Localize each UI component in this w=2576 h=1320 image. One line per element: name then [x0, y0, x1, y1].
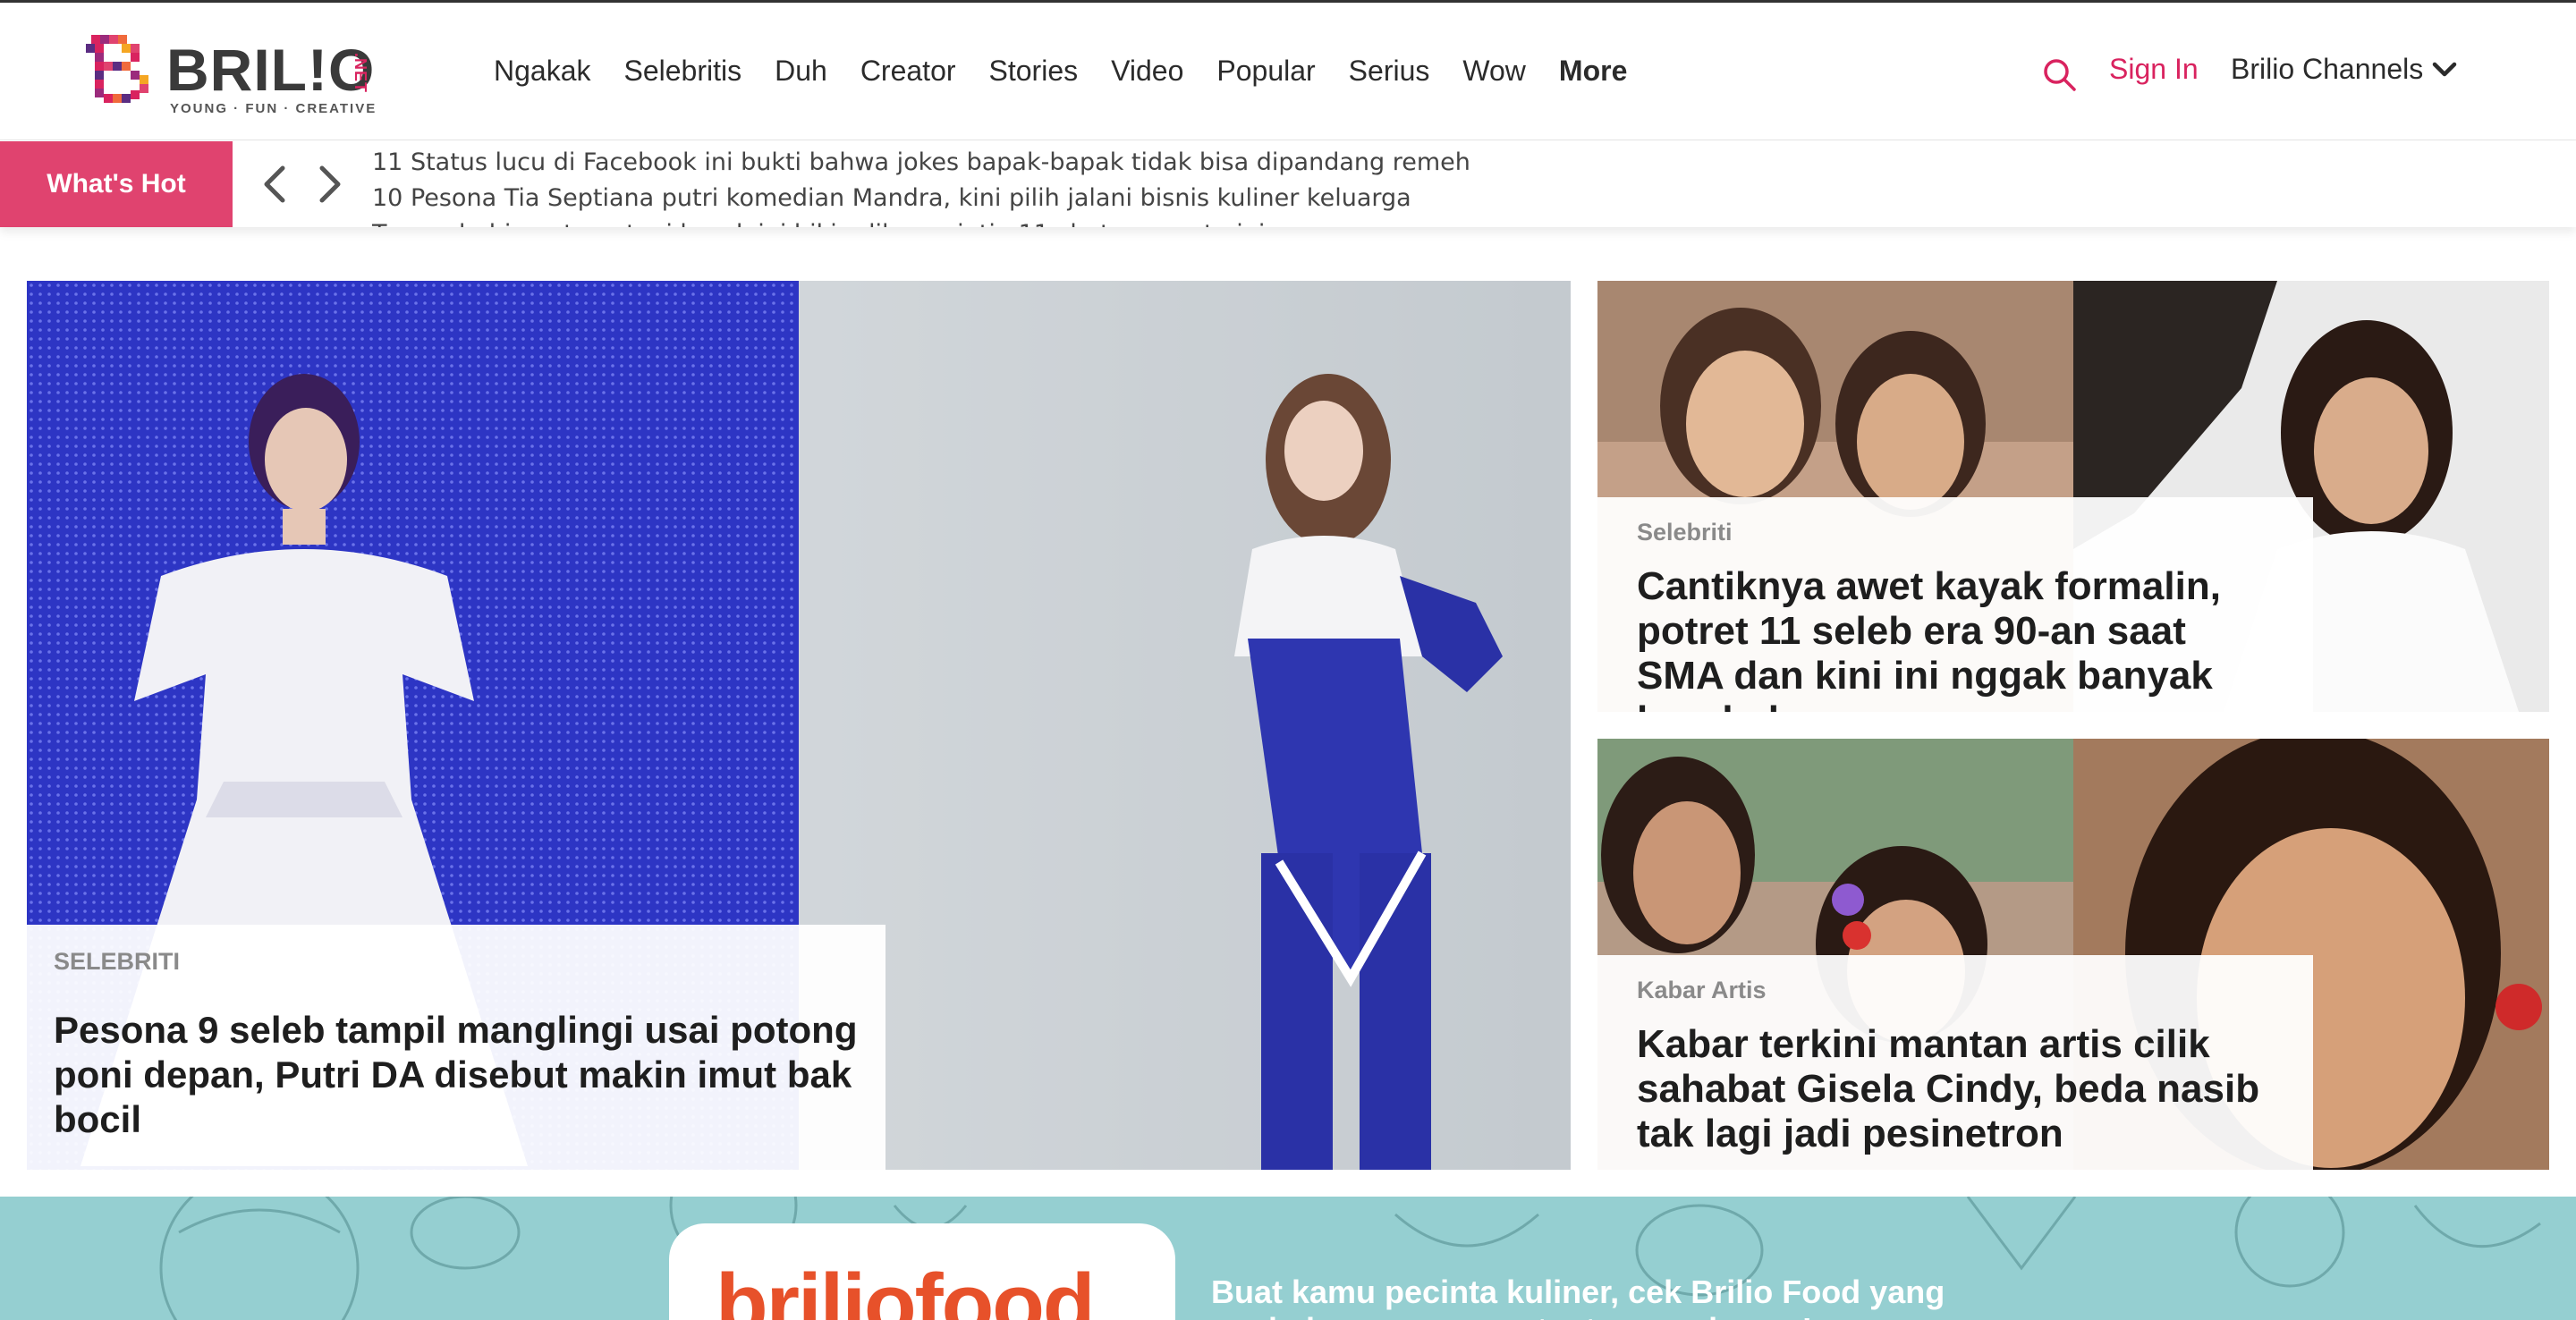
brilio-channels-dropdown[interactable]: Brilio Channels: [2231, 53, 2457, 86]
nav-item-wow[interactable]: Wow: [1462, 55, 1526, 88]
brilio-food-banner-text: Buat kamu pecinta kuliner, cek Brilio Fo…: [1211, 1273, 1945, 1320]
whats-hot-item[interactable]: 11 Status lucu di Facebook ini bukti bah…: [372, 145, 1535, 181]
nav-item-selebritis[interactable]: Selebritis: [624, 55, 742, 88]
logo-tagline: YOUNG · FUN · CREATIVE: [170, 101, 377, 116]
featured-article-right-top[interactable]: Selebriti Cantiknya awet kayak formalin,…: [1597, 281, 2549, 712]
featured-article-right-top-caption: Selebriti Cantiknya awet kayak formalin,…: [1597, 497, 2313, 712]
featured-article-main[interactable]: SELEBRITI Pesona 9 seleb tampil mangling…: [27, 281, 1571, 1170]
nav-item-duh[interactable]: Duh: [775, 55, 827, 88]
brilio-channels-label: Brilio Channels: [2231, 53, 2424, 85]
article-category[interactable]: SELEBRITI: [54, 948, 859, 976]
whats-hot-label: What's Hot: [0, 141, 233, 227]
logo-text: BRIL!O: [166, 37, 376, 103]
whats-hot-bar: What's Hot 11 Status lucu di Facebook in…: [0, 141, 2576, 227]
sign-in-link[interactable]: Sign In: [2109, 53, 2199, 86]
nav-item-creator[interactable]: Creator: [860, 55, 956, 88]
article-title[interactable]: Cantiknya awet kayak formalin, potret 11…: [1637, 564, 2272, 712]
nav-item-serius[interactable]: Serius: [1349, 55, 1430, 88]
featured-article-right-bottom[interactable]: Kabar Artis Kabar terkini mantan artis c…: [1597, 739, 2549, 1170]
brilio-food-logo: briliofood: [716, 1257, 1096, 1320]
featured-article-right-bottom-caption: Kabar Artis Kabar terkini mantan artis c…: [1597, 955, 2313, 1170]
article-category[interactable]: Kabar Artis: [1637, 977, 2272, 1004]
brilio-food-logo-card: briliofood: [669, 1223, 1175, 1320]
site-header: BRIL!O .NET YOUNG · FUN · CREATIVE Ngaka…: [0, 3, 2576, 140]
article-title[interactable]: Pesona 9 seleb tampil manglingi usai pot…: [54, 1008, 859, 1142]
chevron-left-icon[interactable]: [259, 165, 290, 204]
brilio-logo-mark-icon: [86, 35, 148, 103]
brilio-food-banner[interactable]: briliofood Buat kamu pecinta kuliner, ce…: [0, 1197, 2576, 1320]
nav-item-popular[interactable]: Popular: [1216, 55, 1315, 88]
article-title[interactable]: Kabar terkini mantan artis cilik sahabat…: [1637, 1022, 2272, 1156]
nav-item-ngakak[interactable]: Ngakak: [494, 55, 591, 88]
nav-item-video[interactable]: Video: [1111, 55, 1183, 88]
nav-item-more[interactable]: More: [1559, 55, 1627, 88]
main-nav: Ngakak Selebritis Duh Creator Stories Vi…: [494, 49, 1660, 92]
whats-hot-item[interactable]: 10 Pesona Tia Septiana putri komedian Ma…: [372, 181, 1535, 216]
logo-suffix: .NET: [352, 53, 369, 94]
search-icon[interactable]: [2041, 56, 2077, 92]
chevron-down-icon: [2432, 62, 2457, 76]
nav-item-stories[interactable]: Stories: [989, 55, 1079, 88]
whats-hot-item[interactable]: Teman bobi nyutong tapi kocak ini bikin …: [372, 216, 1535, 227]
chevron-right-icon[interactable]: [315, 165, 345, 204]
article-category[interactable]: Selebriti: [1637, 519, 2272, 546]
featured-article-main-caption: SELEBRITI Pesona 9 seleb tampil mangling…: [27, 925, 886, 1170]
brilio-logo[interactable]: BRIL!O .NET YOUNG · FUN · CREATIVE: [86, 35, 381, 121]
whats-hot-ticker: 11 Status lucu di Facebook ini bukti bah…: [372, 145, 1535, 227]
